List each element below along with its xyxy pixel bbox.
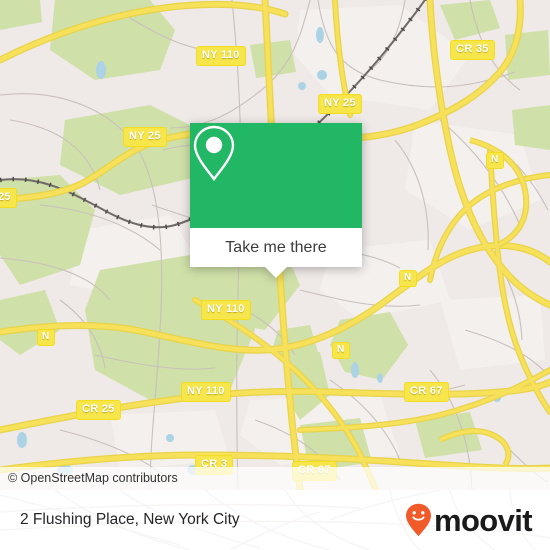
road-shield: NY 25 — [318, 94, 362, 114]
take-me-there-label: Take me there — [225, 238, 327, 256]
road-shield: NY 110 — [196, 46, 246, 66]
road-shield: N — [399, 270, 417, 287]
road-shield: NY 25 — [123, 127, 167, 147]
road-shield: N — [37, 329, 55, 346]
callout-action-panel[interactable]: Take me there — [190, 228, 362, 278]
road-shield: N — [486, 152, 504, 169]
moovit-wordmark: moovit — [433, 502, 533, 538]
map-screenshot: NY 110 CR 35 NY 25 NY 25 N 25 N NY 110 N N NY 110 C… — [0, 0, 550, 550]
map-pin-icon — [193, 125, 235, 182]
road-shield: N — [332, 342, 350, 359]
road-shield: CR 35 — [450, 40, 495, 60]
moovit-smiley-pin-icon — [405, 503, 431, 537]
footer-bar: 2 Flushing Place, New York City moovit — [0, 490, 550, 550]
moovit-logo[interactable]: moovit — [405, 502, 533, 538]
map-canvas[interactable]: NY 110 CR 35 NY 25 NY 25 N 25 N NY 110 N N NY 110 C… — [0, 0, 550, 490]
map-attribution: © OpenStreetMap contributors — [0, 466, 550, 490]
location-callout-card[interactable]: Take me there — [190, 123, 362, 278]
road-shield: NY 110 — [201, 300, 251, 320]
road-shield: CR 25 — [76, 400, 121, 420]
callout-pointer-tail — [265, 267, 287, 278]
address-label: 2 Flushing Place, New York City — [20, 511, 240, 528]
road-shield: CR 67 — [404, 382, 449, 402]
road-shield: 25 — [0, 188, 17, 208]
callout-image-panel — [190, 123, 362, 228]
road-shield: NY 110 — [181, 382, 231, 402]
